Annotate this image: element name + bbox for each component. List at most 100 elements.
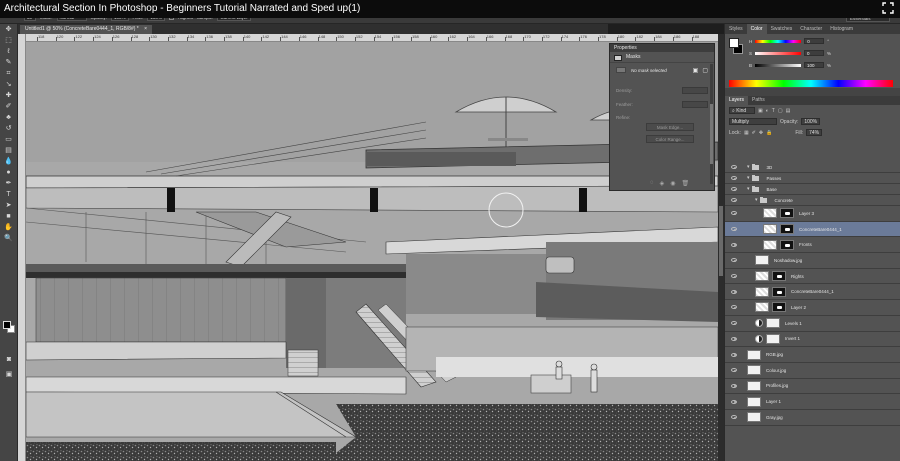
lock-all-icon[interactable]: 🔒 <box>766 130 772 136</box>
group-expand-icon[interactable]: ▾ <box>755 197 758 203</box>
apply-mask-icon[interactable]: ◈ <box>660 180 665 187</box>
group-expand-icon[interactable]: ▾ <box>747 164 750 170</box>
filter-smart-icon[interactable]: ▤ <box>786 108 791 114</box>
foreground-color-chip[interactable] <box>729 38 739 48</box>
layer-mask-thumbnail[interactable] <box>772 271 786 282</box>
layer-row[interactable]: Fronts <box>725 237 900 254</box>
layer-row[interactable]: Profiles.jpg <box>725 379 900 395</box>
layer-thumbnail[interactable] <box>763 208 777 219</box>
pen-tool-icon[interactable]: ✒ <box>4 179 14 188</box>
move-tool-icon[interactable]: ✥ <box>4 25 14 34</box>
filter-pixel-icon[interactable]: ▣ <box>758 108 763 114</box>
eyedropper-tool-icon[interactable]: ↘ <box>4 80 14 89</box>
zoom-tool-icon[interactable]: 🔍 <box>4 234 14 243</box>
lock-position-icon[interactable]: ✥ <box>759 130 763 136</box>
layer-thumbnail[interactable] <box>747 396 761 407</box>
layer-row[interactable]: Colour.jpg <box>725 363 900 379</box>
layer-row[interactable]: ConcreteBare0444_1 <box>725 284 900 301</box>
visibility-eye-icon[interactable] <box>731 258 737 263</box>
canvas-scroll-thumb[interactable] <box>719 206 723 276</box>
blur-tool-icon[interactable]: 💧 <box>4 157 14 166</box>
lasso-tool-icon[interactable]: ℓ <box>4 47 14 56</box>
gradient-tool-icon[interactable]: ▤ <box>4 146 14 155</box>
tab-color[interactable]: Color <box>746 24 767 34</box>
fullscreen-icon[interactable] <box>882 2 894 14</box>
layer-row[interactable]: ▾ Concrete <box>725 195 900 206</box>
visibility-eye-icon[interactable] <box>731 187 737 191</box>
vector-mask-icon[interactable]: ▢ <box>702 67 708 74</box>
layer-mask-thumbnail[interactable] <box>766 318 780 329</box>
foreground-color-swatch[interactable] <box>3 321 11 329</box>
filter-shape-icon[interactable]: ▢ <box>778 108 783 114</box>
masks-tab[interactable]: Masks <box>610 52 714 63</box>
visibility-eye-icon[interactable] <box>731 242 737 247</box>
saturation-value[interactable]: 0 <box>804 50 825 56</box>
layer-row[interactable]: ▾ Base <box>725 184 900 195</box>
visibility-eye-icon[interactable] <box>731 415 737 420</box>
screen-mode-icon[interactable]: ▣ <box>4 370 14 379</box>
layer-row[interactable]: Layer 3 <box>725 206 900 222</box>
layer-mask-thumbnail[interactable] <box>780 224 794 235</box>
visibility-eye-icon[interactable] <box>731 383 737 388</box>
layer-row[interactable]: ConcreteBare0444_1 <box>725 221 900 238</box>
layer-thumbnail[interactable] <box>747 349 761 360</box>
delete-mask-icon[interactable]: 🗑 <box>681 180 689 187</box>
filter-adjust-icon[interactable]: ◐ <box>766 108 769 114</box>
layer-row[interactable]: ▾ 3D <box>725 162 900 173</box>
healing-tool-icon[interactable]: ✚ <box>4 91 14 100</box>
layer-thumbnail[interactable] <box>747 365 761 376</box>
lock-pixels-icon[interactable]: ✐ <box>752 130 756 136</box>
visibility-eye-icon[interactable] <box>731 274 737 279</box>
layer-thumbnail[interactable] <box>755 286 769 297</box>
visibility-eye-icon[interactable] <box>731 336 737 341</box>
brightness-slider[interactable] <box>755 63 802 67</box>
layer-row[interactable]: RGB.jpg <box>725 347 900 363</box>
visibility-eye-icon[interactable] <box>731 321 737 326</box>
density-field[interactable] <box>682 86 708 94</box>
saturation-slider[interactable] <box>755 51 802 55</box>
document-tab[interactable]: Untitled1 @ 50% (ConcreteBare0444_1, RGB… <box>20 25 153 34</box>
clone-stamp-tool-icon[interactable]: ♣ <box>4 113 14 122</box>
visibility-icon[interactable]: ◉ <box>670 180 675 187</box>
visibility-eye-icon[interactable] <box>731 352 737 357</box>
tab-character[interactable]: Character <box>796 24 826 34</box>
layer-mask-thumbnail[interactable] <box>780 208 794 219</box>
filter-kind-select[interactable]: ⌕ Kind <box>729 107 755 114</box>
layer-thumbnail[interactable] <box>763 239 777 250</box>
quick-select-tool-icon[interactable]: ✎ <box>4 58 14 67</box>
load-selection-icon[interactable]: ◌ <box>650 180 654 187</box>
visibility-eye-icon[interactable] <box>731 399 737 404</box>
marquee-tool-icon[interactable]: ⬚ <box>4 36 14 45</box>
mask-edge-button[interactable]: Mask Edge... <box>646 123 694 131</box>
tab-layers[interactable]: Layers <box>725 96 749 105</box>
visibility-eye-icon[interactable] <box>731 289 737 294</box>
quick-mask-icon[interactable]: ◙ <box>4 355 14 364</box>
close-tab-icon[interactable]: × <box>144 26 147 32</box>
brightness-value[interactable]: 100 <box>804 62 825 68</box>
history-brush-tool-icon[interactable]: ↺ <box>4 124 14 133</box>
hue-value[interactable]: 0 <box>804 38 825 44</box>
layer-thumbnail[interactable] <box>755 271 769 282</box>
visibility-eye-icon[interactable] <box>731 305 737 310</box>
layer-mask-thumbnail[interactable] <box>766 333 780 344</box>
tab-histogram[interactable]: Histogram <box>826 24 857 34</box>
layer-mask-thumbnail[interactable] <box>772 286 786 297</box>
group-expand-icon[interactable]: ▾ <box>747 175 750 181</box>
visibility-eye-icon[interactable] <box>731 165 737 169</box>
pixel-mask-icon[interactable]: ▣ <box>693 67 699 74</box>
layer-row[interactable]: ▾ Passes <box>725 173 900 184</box>
tab-paths[interactable]: Paths <box>748 96 769 105</box>
vertical-ruler[interactable] <box>18 34 26 461</box>
hue-slider[interactable] <box>755 39 802 43</box>
layer-row[interactable]: Gray.jpg <box>725 410 900 426</box>
horizontal-ruler[interactable]: 118 120 122 124 126 128 130 132 134 136 138 140 142 1… <box>26 34 718 42</box>
filter-type-icon[interactable]: T <box>772 108 775 114</box>
layer-thumbnail[interactable] <box>747 412 761 423</box>
layer-thumbnail[interactable] <box>755 255 769 266</box>
layer-row[interactable]: Rights <box>725 269 900 285</box>
visibility-eye-icon[interactable] <box>731 176 737 180</box>
layer-thumbnail[interactable] <box>755 302 769 313</box>
layer-row[interactable]: Invert 1 <box>725 332 900 348</box>
properties-scrollbar[interactable] <box>710 64 713 184</box>
color-range-button[interactable]: Color Range... <box>646 135 694 143</box>
